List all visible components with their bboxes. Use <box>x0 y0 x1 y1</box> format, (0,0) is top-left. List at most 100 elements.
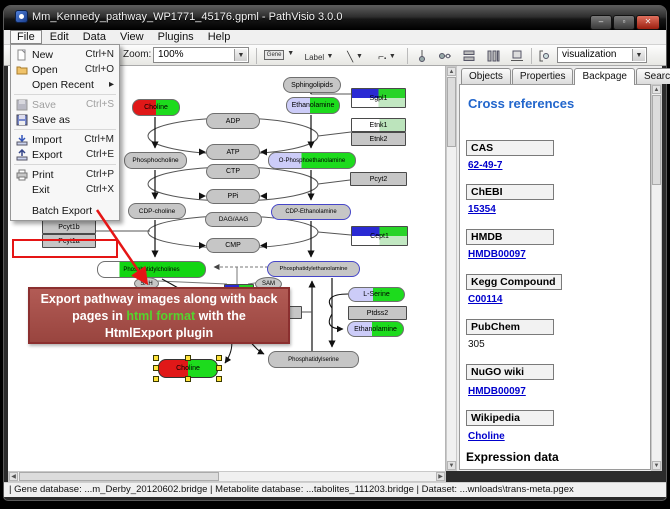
node-phosphatidylethanolamine[interactable]: Phosphatidylethanolamine <box>267 261 360 277</box>
close-button[interactable]: ✕ <box>636 15 660 30</box>
tab-properties[interactable]: Properties <box>512 68 574 84</box>
scroll-up-icon[interactable]: ▲ <box>652 85 661 94</box>
menu-item-export[interactable]: ExportCtrl+E <box>11 147 119 162</box>
menu-file[interactable]: File <box>10 30 42 44</box>
link-kegg[interactable]: C00114 <box>468 294 502 305</box>
node-phosphatidylserine[interactable]: Phosphatidylserine <box>268 351 359 368</box>
save-as-icon <box>14 114 29 126</box>
section-header-pubchem: PubChem <box>466 319 554 335</box>
import-icon <box>14 134 29 146</box>
link-wikipedia[interactable]: Choline <box>468 431 505 442</box>
node-adp[interactable]: ADP <box>206 113 260 129</box>
menu-item-save[interactable]: SaveCtrl+S <box>11 97 119 112</box>
canvas-horizontal-scrollbar[interactable]: ◀ ▶ <box>8 471 446 482</box>
node-cdp-ethanolamine[interactable]: CDP-Ethanolamine <box>271 204 351 220</box>
menu-edit[interactable]: Edit <box>44 30 75 44</box>
node-o-phosphoethanolamine[interactable]: O-Phosphoethanolamine <box>268 152 356 169</box>
annotation-line1: Export pathway images along with back <box>30 291 288 308</box>
align-center-x-button[interactable] <box>413 48 431 65</box>
stack-vertical-icon <box>462 49 476 63</box>
section-header-chebi: ChEBI <box>466 184 554 200</box>
resize-handle[interactable] <box>153 365 159 371</box>
stack-horizontal-button[interactable] <box>484 48 502 65</box>
align-bottom-icon <box>510 49 524 63</box>
menu-item-save-as[interactable]: Save as <box>11 112 119 127</box>
node-ptdss2[interactable]: Ptdss2 <box>348 306 407 320</box>
print-icon <box>14 169 29 181</box>
node-sphingolipids[interactable]: Sphingolipids <box>283 77 341 93</box>
node-ethanolamine-top[interactable]: Ethanolamine <box>286 97 340 114</box>
zoom-combobox[interactable]: 100%▼ <box>153 47 249 63</box>
new-line-button[interactable]: ╲ ▼ <box>341 48 369 65</box>
chevron-down-icon[interactable]: ▼ <box>234 49 247 61</box>
resize-handle[interactable] <box>216 355 222 361</box>
scroll-left-icon[interactable]: ◀ <box>9 472 18 481</box>
menu-item-batch-export[interactable]: Batch Export <box>11 203 119 218</box>
align-bottom-button[interactable] <box>508 48 526 65</box>
panel-vertical-scrollbar[interactable]: ▲ ▼ <box>651 84 662 471</box>
resize-handle[interactable] <box>153 376 159 382</box>
scroll-down-icon[interactable]: ▼ <box>447 461 456 470</box>
resize-handle[interactable] <box>185 376 191 382</box>
menu-data[interactable]: Data <box>77 30 112 44</box>
annotation-highlight: html format <box>126 309 195 323</box>
scroll-right-icon[interactable]: ▶ <box>436 472 445 481</box>
menu-view[interactable]: View <box>114 30 150 44</box>
chevron-down-icon[interactable]: ▼ <box>632 49 645 61</box>
tab-backpage[interactable]: Backpage <box>574 68 634 85</box>
new-connector-button[interactable]: ⌐▪ ▼ <box>372 48 402 65</box>
menu-item-new[interactable]: NewCtrl+N <box>11 47 119 62</box>
menu-item-import[interactable]: ImportCtrl+M <box>11 132 119 147</box>
node-cdp-choline[interactable]: CDP-choline <box>128 203 186 219</box>
tab-search[interactable]: Search <box>636 68 670 84</box>
minimize-button[interactable]: – <box>590 15 612 30</box>
scroll-down-icon[interactable]: ▼ <box>652 461 661 470</box>
node-ppi[interactable]: PPi <box>206 189 260 204</box>
stack-vertical-button[interactable] <box>460 48 478 65</box>
menu-help[interactable]: Help <box>202 30 237 44</box>
node-cmp[interactable]: CMP <box>206 238 260 253</box>
node-cept1[interactable]: Cept1 <box>351 226 408 246</box>
node-choline-top[interactable]: Choline <box>132 99 180 116</box>
value-pubchem: 305 <box>468 339 485 350</box>
link-nugo[interactable]: HMDB00097 <box>468 386 526 397</box>
visualization-combobox[interactable]: visualization▼ <box>557 47 647 63</box>
node-etnk1[interactable]: Etnk1 <box>351 118 406 132</box>
resize-handle[interactable] <box>216 365 222 371</box>
node-phosphocholine[interactable]: Phosphocholine <box>124 152 187 169</box>
link-hmdb[interactable]: HMDB00097 <box>468 249 526 260</box>
maximize-button[interactable]: ▫ <box>613 15 635 30</box>
line-tool-icon: ╲ <box>347 52 353 63</box>
node-atp[interactable]: ATP <box>206 144 260 160</box>
resize-handle[interactable] <box>216 376 222 382</box>
scroll-up-icon[interactable]: ▲ <box>447 67 456 76</box>
node-pcyt1b[interactable]: Pcyt1b <box>42 220 96 234</box>
resize-handle[interactable] <box>153 355 159 361</box>
section-header-nugo: NuGO wiki <box>466 364 554 380</box>
node-pcyt2[interactable]: Pcyt2 <box>350 172 407 186</box>
new-document-icon <box>14 49 29 61</box>
tab-objects[interactable]: Objects <box>461 68 511 84</box>
node-sgpl1[interactable]: Sgpl1 <box>351 88 406 108</box>
link-chebi[interactable]: 15354 <box>468 204 496 215</box>
new-label-button[interactable]: Label ▼ <box>300 48 338 65</box>
link-cas[interactable]: 62-49-7 <box>468 160 502 171</box>
menu-item-exit[interactable]: ExitCtrl+X <box>11 182 119 197</box>
node-ethanolamine-bottom[interactable]: Ethanolamine <box>347 321 404 337</box>
node-dag-aag[interactable]: DAG/AAG <box>205 212 262 227</box>
canvas-vertical-scrollbar[interactable]: ▲ ▼ <box>446 66 457 471</box>
node-phosphatidylcholines[interactable]: Phosphatidylcholines <box>97 261 206 278</box>
menu-plugins[interactable]: Plugins <box>152 30 200 44</box>
menu-item-print[interactable]: PrintCtrl+P <box>11 167 119 182</box>
resize-handle[interactable] <box>185 355 191 361</box>
node-ctp[interactable]: CTP <box>206 164 260 179</box>
align-center-y-button[interactable] <box>436 48 454 65</box>
new-gene-button[interactable]: Gene ▼ <box>261 48 297 65</box>
save-icon <box>14 99 29 111</box>
menu-item-open-recent[interactable]: Open Recent▸ <box>11 77 119 92</box>
node-etnk2[interactable]: Etnk2 <box>351 132 406 146</box>
node-l-serine[interactable]: L-Serine <box>348 287 405 302</box>
selected-node-group: Choline <box>153 355 223 382</box>
highlight-button[interactable] <box>535 48 553 65</box>
menu-item-open[interactable]: OpenCtrl+O <box>11 62 119 77</box>
